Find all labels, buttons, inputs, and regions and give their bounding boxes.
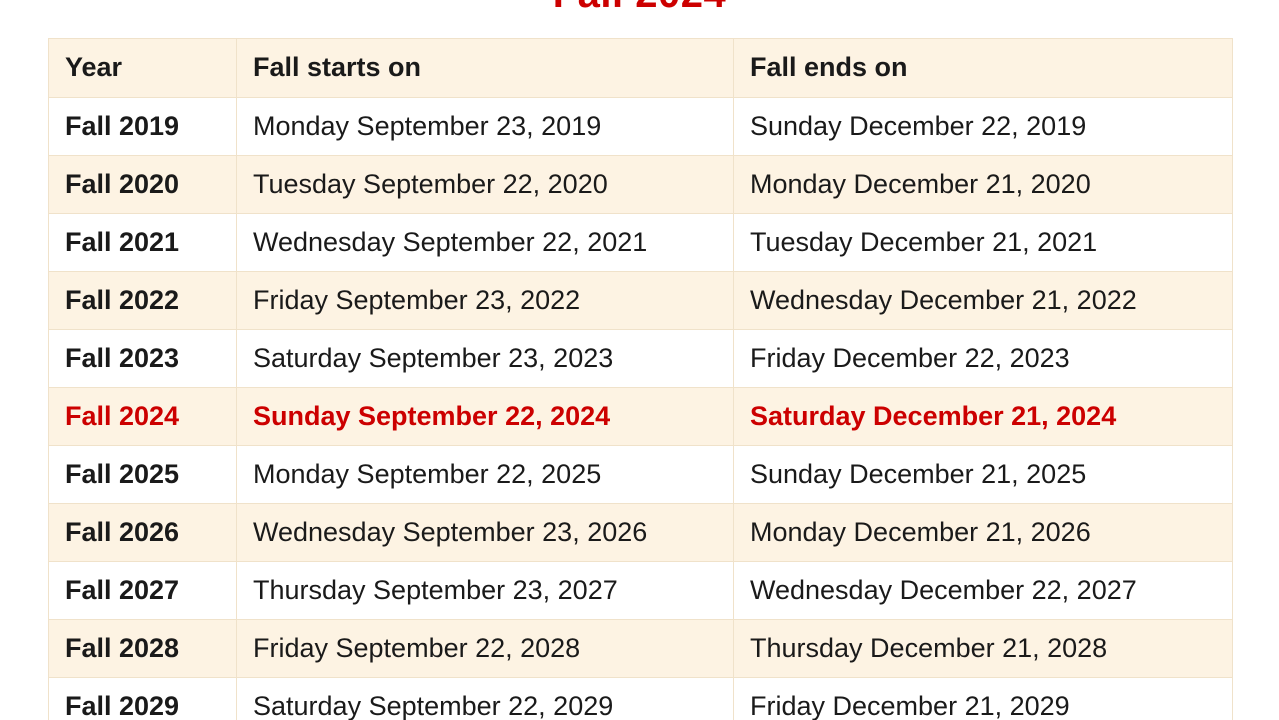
document-page: Fall 2024 Year Fall starts on Fall ends …	[0, 0, 1279, 720]
table-body: Fall 2019 Monday September 23, 2019 Sunday…	[48, 97, 1233, 720]
fall-dates-table: Year Fall starts on Fall ends on Fall 20…	[48, 38, 1233, 720]
cell-fall-ends-on: Saturday December 21, 2024	[733, 387, 1233, 446]
cell-fall-starts-on: Sunday September 22, 2024	[236, 387, 734, 446]
column-header-fall-ends-on: Fall ends on	[733, 38, 1233, 98]
cell-fall-starts-on: Tuesday September 22, 2020	[236, 155, 734, 214]
cell-fall-ends-on: Wednesday December 22, 2027	[733, 561, 1233, 620]
table-row: Fall 2029 Saturday September 22, 2029 Frid…	[48, 677, 1233, 720]
cell-year: Fall 2021	[48, 213, 237, 272]
table-row: Fall 2020 Tuesday September 22, 2020 Monda…	[48, 155, 1233, 214]
cell-fall-ends-on: Monday December 21, 2026	[733, 503, 1233, 562]
table-header-row: Year Fall starts on Fall ends on	[48, 38, 1233, 98]
cell-year: Fall 2026	[48, 503, 237, 562]
cell-fall-starts-on: Friday September 23, 2022	[236, 271, 734, 330]
table-row: Fall 2028 Friday September 22, 2028 Thursd…	[48, 619, 1233, 678]
cell-year: Fall 2029	[48, 677, 237, 720]
cell-year: Fall 2027	[48, 561, 237, 620]
cell-fall-starts-on: Monday September 23, 2019	[236, 97, 734, 156]
column-header-year: Year	[48, 38, 237, 98]
cell-fall-ends-on: Tuesday December 21, 2021	[733, 213, 1233, 272]
table-row: Fall 2025 Monday September 22, 2025 Sunday…	[48, 445, 1233, 504]
fall-dates-table-wrapper: Year Fall starts on Fall ends on Fall 20…	[48, 38, 1233, 720]
cell-fall-starts-on: Saturday September 22, 2029	[236, 677, 734, 720]
table-row: Fall 2024 Sunday September 22, 2024 Saturd…	[48, 387, 1233, 446]
cell-fall-starts-on: Wednesday September 22, 2021	[236, 213, 734, 272]
table-row: Fall 2027 Thursday September 23, 2027 Wedn…	[48, 561, 1233, 620]
cell-year: Fall 2025	[48, 445, 237, 504]
cell-fall-ends-on: Sunday December 22, 2019	[733, 97, 1233, 156]
cell-fall-starts-on: Wednesday September 23, 2026	[236, 503, 734, 562]
cell-year: Fall 2019	[48, 97, 237, 156]
cell-year: Fall 2022	[48, 271, 237, 330]
table-row: Fall 2023 Saturday September 23, 2023 Frid…	[48, 329, 1233, 388]
table-header: Year Fall starts on Fall ends on	[48, 38, 1233, 98]
table-row: Fall 2022 Friday September 23, 2022 Wednes…	[48, 271, 1233, 330]
cell-fall-starts-on: Saturday September 23, 2023	[236, 329, 734, 388]
cell-fall-ends-on: Friday December 21, 2029	[733, 677, 1233, 720]
cell-year: Fall 2020	[48, 155, 237, 214]
cell-fall-ends-on: Thursday December 21, 2028	[733, 619, 1233, 678]
cell-fall-starts-on: Friday September 22, 2028	[236, 619, 734, 678]
table-row: Fall 2019 Monday September 23, 2019 Sunday…	[48, 97, 1233, 156]
cell-fall-starts-on: Monday September 22, 2025	[236, 445, 734, 504]
page-title: Fall 2024	[0, 0, 1279, 17]
table-row: Fall 2021 Wednesday September 22, 2021 Tue…	[48, 213, 1233, 272]
cell-year: Fall 2028	[48, 619, 237, 678]
column-header-fall-starts-on: Fall starts on	[236, 38, 734, 98]
cell-year: Fall 2023	[48, 329, 237, 388]
table-row: Fall 2026 Wednesday September 23, 2026 Mon…	[48, 503, 1233, 562]
cell-fall-ends-on: Wednesday December 21, 2022	[733, 271, 1233, 330]
cell-fall-ends-on: Friday December 22, 2023	[733, 329, 1233, 388]
cell-fall-ends-on: Sunday December 21, 2025	[733, 445, 1233, 504]
cell-fall-ends-on: Monday December 21, 2020	[733, 155, 1233, 214]
cell-year: Fall 2024	[48, 387, 237, 446]
cell-fall-starts-on: Thursday September 23, 2027	[236, 561, 734, 620]
